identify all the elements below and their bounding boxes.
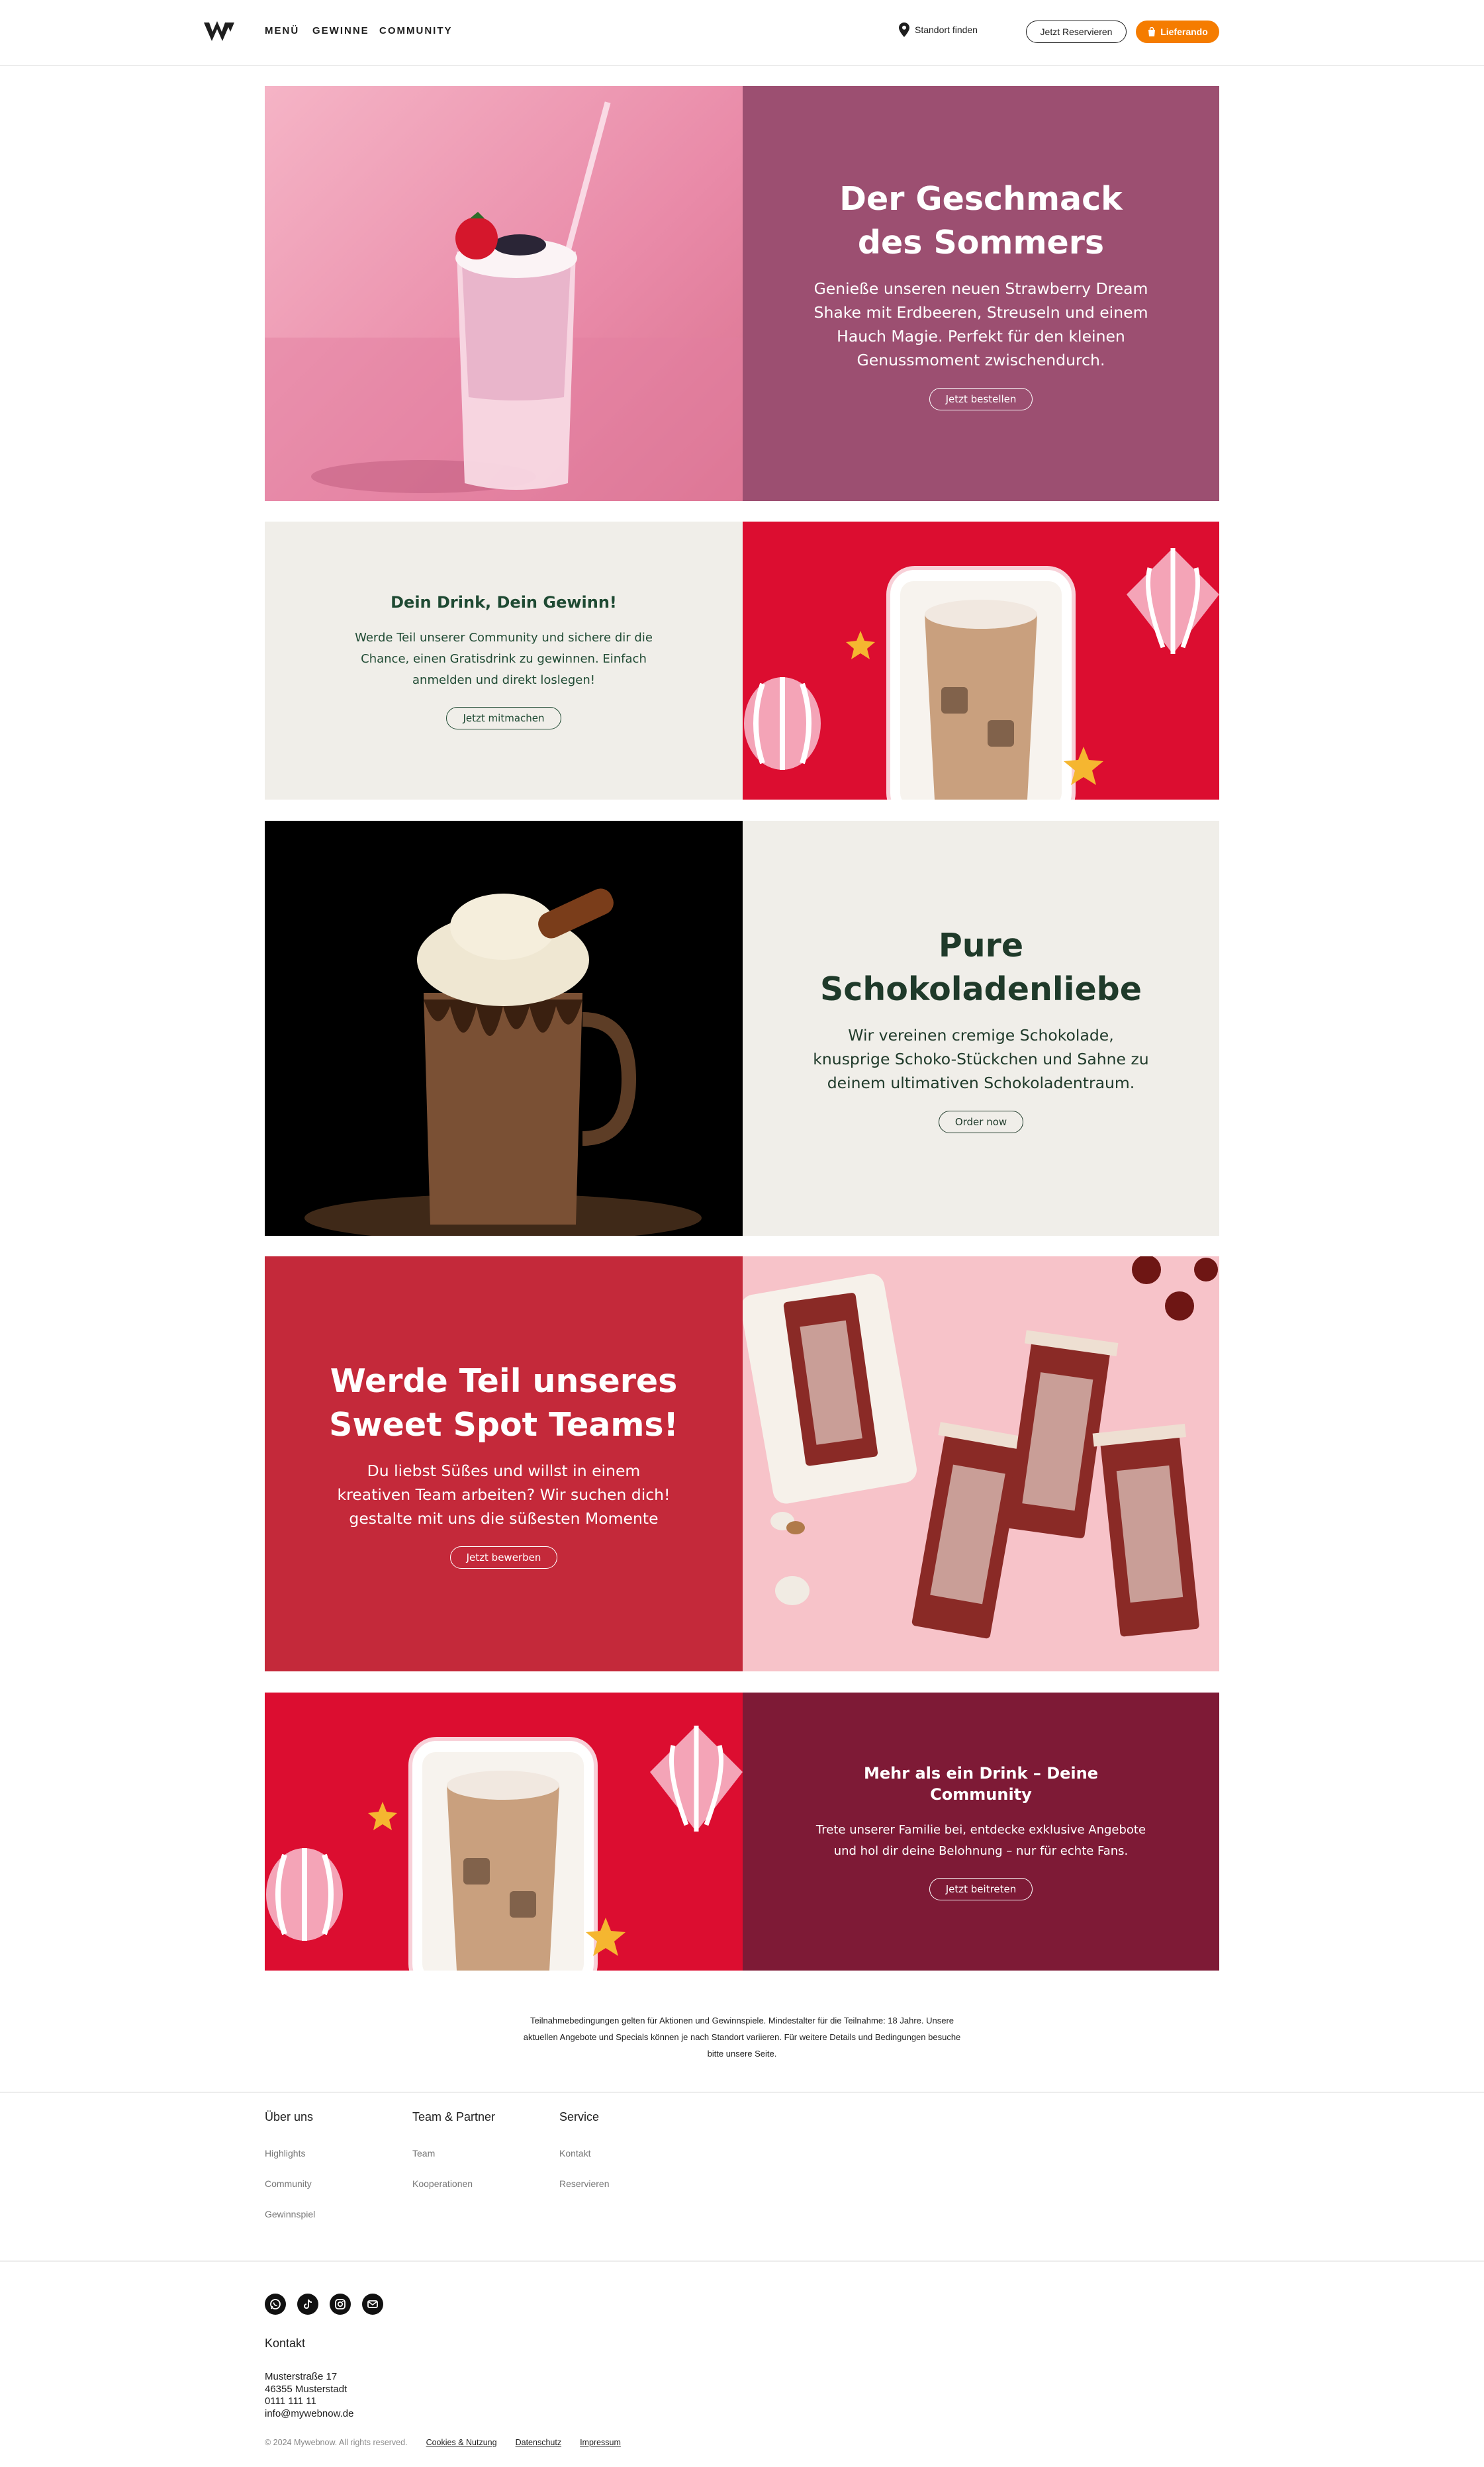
footer-heading: Service [559,2110,600,2123]
footer-link-kontakt[interactable]: Kontakt [559,2148,609,2159]
footer-link-reservieren[interactable]: Reservieren [559,2178,609,2189]
footer-heading: Über uns [265,2110,314,2123]
copyright-text: © 2024 Mywebnow. All rights reserved. [265,2438,408,2447]
iced-drink-phone-image [743,522,1219,800]
social-links [265,2294,383,2315]
community-title: Mehr als ein Drink – Deine Community [864,1764,1098,1804]
footer-column-about: Über uns Highlights Community Gewinnspie… [265,2110,315,2239]
nav-menu[interactable]: MENÜ [265,25,299,36]
legal-link-datenschutz[interactable]: Datenschutz [516,2438,561,2447]
strawberry-shake-image [265,86,743,501]
nav-community[interactable]: COMMUNITY [379,25,453,36]
nav-gewinne[interactable]: GEWINNE [312,25,369,36]
footer-divider [0,2092,1484,2093]
team-title-line1: Werde Teil unseres [330,1362,678,1400]
hero-text: Genieße unseren neuen Strawberry Dream S… [813,279,1148,369]
mail-icon[interactable] [362,2294,383,2315]
location-link[interactable]: Standort finden [899,23,978,37]
chocolate-title-line1: Pure [938,926,1024,964]
hero-title-line2: des Sommers [857,223,1105,261]
reserve-button[interactable]: Jetzt Reservieren [1026,21,1127,43]
join-community-button[interactable]: Jetzt beitreten [929,1878,1033,1900]
chocolate-title-line2: Schokoladenliebe [819,970,1142,1008]
chocolate-text: Wir vereinen cremige Schokolade, knuspri… [813,1025,1149,1092]
community-panel: Mehr als ein Drink – Deine Community Tre… [743,1693,1219,1971]
contact-heading: Kontakt [265,2337,306,2350]
chocolate-bars-image [743,1256,1219,1671]
order-button[interactable]: Jetzt bestellen [929,387,1033,410]
address-email[interactable]: info@mywebnow.de [265,2408,353,2421]
footer-link-kooperationen[interactable]: Kooperationen [412,2178,495,2189]
legal-link-impressum[interactable]: Impressum [580,2438,621,2447]
win-title: Dein Drink, Dein Gewinn! [391,593,617,612]
address-phone[interactable]: 0111 111 11 [265,2396,353,2408]
brand-logo[interactable] [203,19,236,45]
whatsapp-icon[interactable] [265,2294,286,2315]
ornament-right [1127,548,1219,654]
footer-link-community[interactable]: Community [265,2178,315,2189]
footer-column-service: Service Kontakt Reservieren [559,2110,609,2209]
footer-link-team[interactable]: Team [412,2148,495,2159]
community-text: Trete unserer Familie bei, entdecke exkl… [815,1823,1146,1858]
disclaimer-text: Teilnahmebedingungen gelten für Aktionen… [523,2016,961,2059]
legal-bar: © 2024 Mywebnow. All rights reserved. Co… [265,2438,621,2447]
tiktok-icon[interactable] [297,2294,318,2315]
chocolate-panel: Pure Schokoladenliebe Wir vereinen cremi… [743,821,1219,1236]
footer-link-highlights[interactable]: Highlights [265,2148,315,2159]
address-street: Musterstraße 17 [265,2371,338,2382]
contact-address: Musterstraße 17 46355 Musterstadt 0111 1… [265,2371,353,2420]
hero-title-line1: Der Geschmack [839,179,1123,218]
team-title-line2: Sweet Spot Teams! [329,1405,678,1444]
location-label: Standort finden [915,24,978,35]
delivery-label: Lieferando [1160,26,1208,37]
legal-link-cookies[interactable]: Cookies & Nutzung [426,2438,497,2447]
footer-link-gewinnspiel[interactable]: Gewinnspiel [265,2209,315,2219]
map-pin-icon [899,23,909,37]
bag-icon [1148,27,1156,36]
chocolate-shake-image [265,821,743,1236]
delivery-button[interactable]: Lieferando [1136,21,1219,43]
win-panel: Dein Drink, Dein Gewinn! Werde Teil unse… [265,522,743,800]
apply-button[interactable]: Jetzt bewerben [449,1546,558,1569]
team-text: Du liebst Süßes und willst in einem krea… [337,1461,671,1528]
footer-heading: Team & Partner [412,2110,496,2123]
win-text: Werde Teil unserer Community und sichere… [355,631,653,687]
address-city: 46355 Musterstadt [265,2383,348,2395]
community-phone-image [265,1693,743,1971]
footer-column-team: Team & Partner Team Kooperationen [412,2110,495,2209]
instagram-icon[interactable] [330,2294,351,2315]
ornament-left [744,677,821,770]
team-panel: Werde Teil unseres Sweet Spot Teams! Du … [265,1256,743,1671]
site-header: MENÜ GEWINNE COMMUNITY Standort finden J… [0,0,1484,66]
order-now-button[interactable]: Order now [938,1110,1024,1133]
hero-panel: Der Geschmack des Sommers Genieße unsere… [743,86,1219,501]
footer-divider-2 [0,2260,1484,2262]
join-button[interactable]: Jetzt mitmachen [446,707,561,729]
